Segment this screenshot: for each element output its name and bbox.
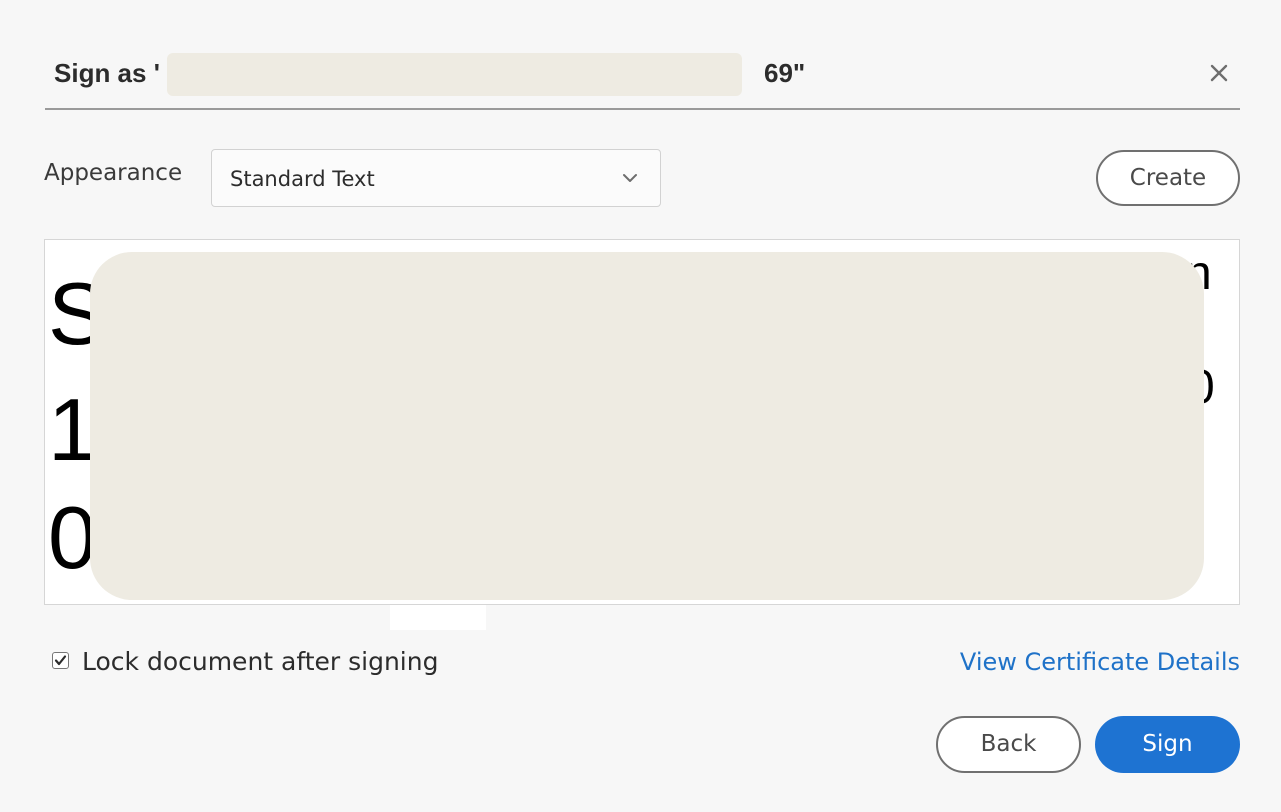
create-button[interactable]: Create <box>1096 150 1240 206</box>
sign-dialog: Sign as ' 69" Appearance Standard Text C… <box>0 0 1281 812</box>
close-button[interactable] <box>1204 58 1234 88</box>
checkmark-icon <box>54 655 67 666</box>
dialog-header: Sign as ' 69" <box>45 52 1240 110</box>
lock-document-checkbox[interactable] <box>52 652 69 669</box>
redacted-signer-name <box>167 53 742 96</box>
close-icon <box>1210 64 1228 82</box>
title-prefix: Sign as ' <box>54 58 160 88</box>
preview-overflow-strip <box>390 605 486 630</box>
signature-preview: S 1 0 n 0 <box>44 239 1240 605</box>
view-certificate-details-link[interactable]: View Certificate Details <box>960 648 1240 676</box>
chevron-down-icon <box>623 174 637 182</box>
redacted-signature-content <box>90 252 1204 600</box>
back-button[interactable]: Back <box>936 716 1081 773</box>
dialog-title: Sign as ' 69" <box>54 58 805 89</box>
appearance-label: Appearance <box>44 160 183 186</box>
sign-button[interactable]: Sign <box>1095 716 1240 773</box>
title-suffix: 69" <box>764 58 806 88</box>
appearance-select-value: Standard Text <box>230 167 375 191</box>
lock-document-label: Lock document after signing <box>82 647 439 676</box>
appearance-select[interactable]: Standard Text <box>211 149 661 207</box>
